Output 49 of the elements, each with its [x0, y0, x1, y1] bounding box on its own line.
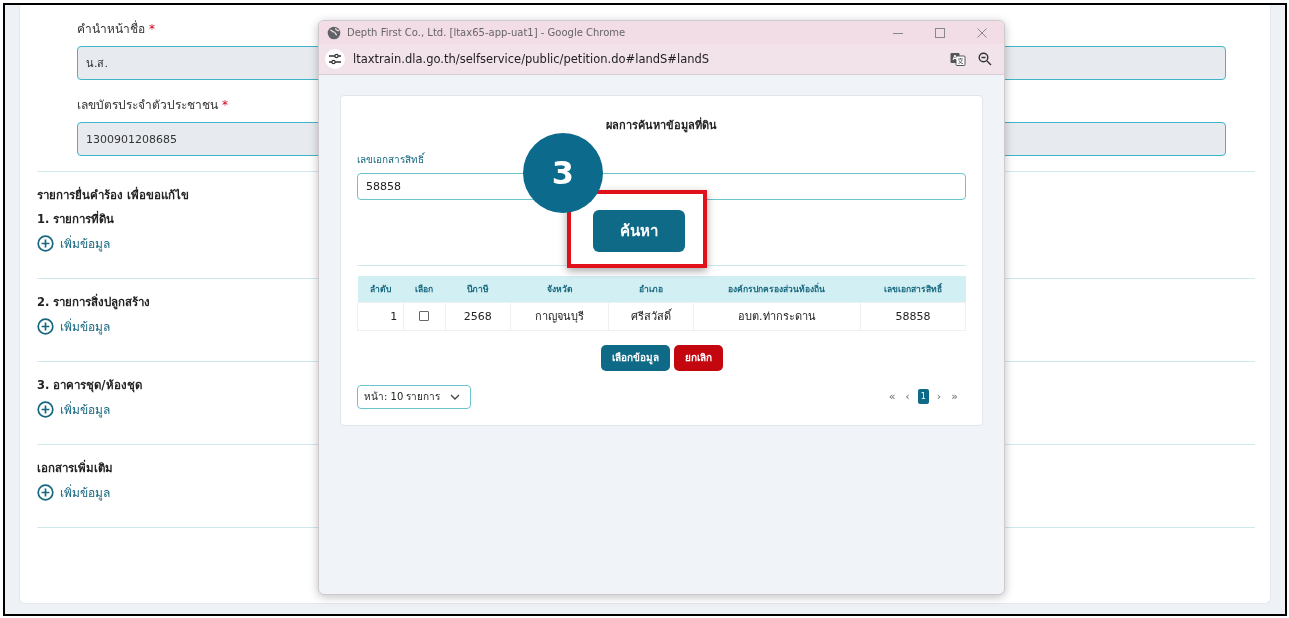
window-title: Depth First Co., Ltd. [ltax65-app-uat1] - Google Chrome: [347, 27, 627, 38]
plus-circle-icon: [37, 318, 54, 335]
chevron-down-icon: [450, 393, 461, 400]
panel-title: ผลการค้นหาข้อมูลที่ดิน: [605, 116, 718, 134]
cancel-button[interactable]: ยกเลิก: [673, 344, 723, 371]
column-header: อำเภอ: [608, 276, 694, 302]
table-cell: 58858: [860, 302, 966, 330]
site-settings-icon[interactable]: [328, 52, 342, 66]
section-heading: 2. รายการสิ่งปลูกสร้าง: [37, 293, 151, 311]
required-mark: *: [222, 98, 228, 112]
page-link[interactable]: 1: [917, 389, 929, 404]
column-header: จังหวัด: [510, 276, 609, 302]
table-cell: กาญจนบุรี: [510, 302, 609, 330]
table-cell: 2568: [445, 302, 511, 330]
url-text[interactable]: ltaxtrain.dla.go.th/selfservice/public/petition.do#landS#landS: [353, 52, 942, 66]
close-icon[interactable]: [976, 26, 988, 39]
add-link[interactable]: เพิ่มข้อมูล: [37, 400, 110, 419]
page-link[interactable]: »: [949, 390, 960, 403]
row-checkbox[interactable]: [419, 311, 430, 321]
page-link[interactable]: ›: [934, 390, 944, 403]
plus-circle-icon: [37, 484, 54, 501]
add-link[interactable]: เพิ่มข้อมูล: [37, 234, 110, 253]
search-button[interactable]: ค้นหา: [593, 210, 685, 252]
column-header: เลือก: [403, 276, 446, 302]
field-label: เลขเอกสารสิทธิ์: [357, 152, 426, 167]
section-heading: 3. อาคารชุด/ห้องชุด: [37, 377, 142, 394]
add-link[interactable]: เพิ่มข้อมูล: [37, 483, 110, 502]
column-header: เลขเอกสารสิทธิ์: [860, 276, 966, 302]
zoom-out-icon[interactable]: [978, 52, 992, 66]
add-link[interactable]: เพิ่มข้อมูล: [37, 317, 110, 336]
section-heading: 1. รายการที่ดิน: [37, 210, 115, 228]
column-header: ลำดับ: [357, 276, 404, 302]
table-cell: 1: [357, 302, 404, 330]
column-header: ปีภาษี: [445, 276, 511, 302]
select-button[interactable]: เลือกข้อมูล: [600, 344, 670, 371]
table-cell: ศรีสวัสดิ์: [608, 302, 694, 330]
column-header: องค์กรปกครองส่วนท้องถิ่น: [693, 276, 861, 302]
page-size-dropdown[interactable]: หน้า: 10 รายการ: [357, 384, 472, 409]
plus-circle-icon: [37, 235, 54, 252]
section-heading: รายการยื่นคำร้อง เพื่อขอแก้ไข: [37, 186, 189, 204]
table-cell: อบต.ท่ากระดาน: [693, 302, 861, 330]
plus-circle-icon: [37, 401, 54, 418]
page-link[interactable]: ‹: [903, 390, 912, 403]
section-heading: เอกสารเพิ่มเติม: [37, 459, 113, 477]
translate-icon[interactable]: [950, 52, 966, 66]
globe-icon: [327, 25, 341, 40]
required-mark: *: [149, 22, 155, 36]
maximize-icon[interactable]: [934, 26, 946, 39]
page-link[interactable]: «: [886, 390, 898, 403]
